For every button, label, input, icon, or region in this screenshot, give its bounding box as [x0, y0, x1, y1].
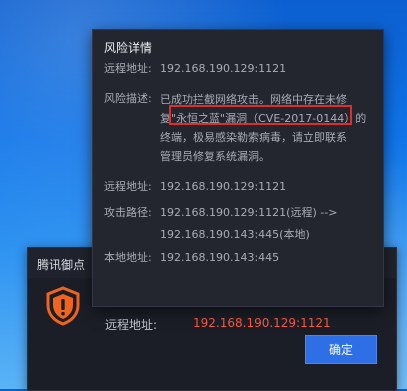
alert-title: 腾讯御点 [37, 258, 86, 272]
local-address-label: 本地地址: [104, 251, 152, 264]
confirm-button[interactable]: 确定 [305, 335, 377, 364]
remote-address-row-1: 远程地址: 192.168.190.129:1121 [104, 61, 286, 76]
local-address-row: 本地地址: 192.168.190.143:445 [104, 250, 279, 265]
attack-path-label: 攻击路径: [104, 206, 152, 219]
attack-path-line-2: 192.168.190.143:445(本地) [160, 228, 310, 241]
risk-description-label: 风险描述: [104, 92, 152, 105]
attack-path-row: 攻击路径: 192.168.190.129:1121(远程) --> [104, 205, 337, 220]
alert-remote-value: 192.168.190.129:1121 [193, 316, 331, 330]
remote-address-label-2: 远程地址: [104, 180, 152, 193]
remote-address-row-2: 远程地址: 192.168.190.129:1121 [104, 179, 286, 194]
risk-description-line-3: 终端，极易感染勒索病毒，请立即联系 [160, 131, 347, 144]
shield-warning-icon [46, 286, 80, 326]
alert-remote-label: 远程地址: [105, 318, 158, 332]
cve-highlight-box [169, 105, 352, 125]
risk-detail-popup: 风险详情 远程地址: 192.168.190.129:1121 风险描述: 已成… [92, 29, 384, 307]
risk-detail-title: 风险详情 [104, 41, 153, 55]
risk-description-label-row: 风险描述: [104, 91, 152, 106]
attack-path-line-1: 192.168.190.129:1121(远程) --> [160, 206, 338, 219]
local-address-value: 192.168.190.143:445 [160, 251, 280, 264]
remote-address-value-2: 192.168.190.129:1121 [160, 180, 287, 193]
risk-description-line-4: 管理员修复系统漏洞。 [160, 150, 270, 163]
remote-address-label: 远程地址: [104, 62, 152, 75]
remote-address-value: 192.168.190.129:1121 [160, 62, 287, 75]
